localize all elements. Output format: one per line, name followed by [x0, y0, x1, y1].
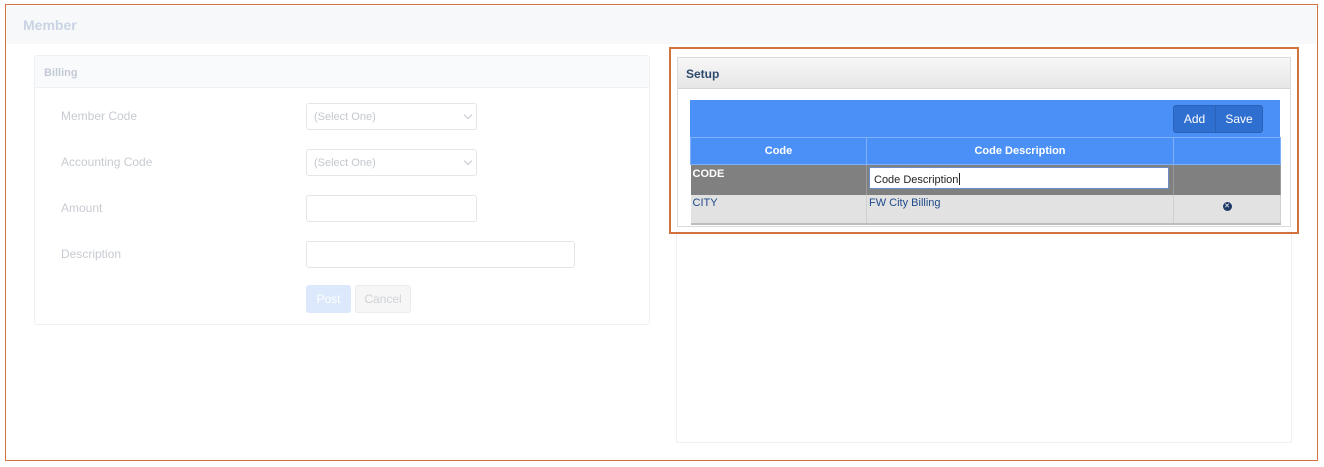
code-description-input[interactable]: Code Description	[869, 167, 1169, 189]
chevron-down-icon	[463, 156, 473, 166]
table-row[interactable]: CITY FW City Billing ✕	[690, 195, 1281, 225]
edit-row-description-cell: Code Description	[866, 164, 1174, 195]
member-code-select[interactable]: (Select One)	[306, 103, 477, 130]
row-code: CITY	[690, 195, 867, 225]
chevron-down-icon	[463, 110, 473, 120]
remove-circle-icon[interactable]: ✕	[1222, 202, 1232, 211]
codes-table: Code Code Description CODE Code Descript…	[690, 137, 1281, 225]
table-header-row: Code Code Description	[690, 137, 1281, 165]
cancel-button[interactable]: Cancel	[355, 285, 411, 313]
codes-grid: Add Save Code Code Description CODE Code…	[690, 100, 1281, 225]
setup-highlight-frame: Setup Add Save Code Code Description COD…	[669, 47, 1299, 234]
save-button[interactable]: Save	[1215, 105, 1263, 133]
post-button[interactable]: Post	[306, 285, 351, 313]
member-frame: Member Billing Member Code (Select One) …	[5, 4, 1318, 461]
text-caret	[959, 173, 961, 185]
grid-toolbar: Add Save	[690, 100, 1280, 137]
edit-row: CODE Code Description	[690, 164, 1281, 195]
description-input[interactable]	[306, 241, 575, 268]
edit-row-code[interactable]: CODE	[690, 164, 867, 195]
setup-panel: Setup Add Save Code Code Description COD…	[677, 57, 1291, 227]
accounting-code-select-value: (Select One)	[314, 157, 376, 169]
setup-panel-background	[676, 231, 1292, 443]
billing-header: Billing	[35, 56, 649, 88]
member-code-label: Member Code	[61, 109, 138, 123]
member-header: Member	[7, 6, 1316, 44]
billing-title: Billing	[44, 67, 78, 79]
amount-label: Amount	[61, 201, 103, 215]
edit-row-actions	[1173, 164, 1281, 195]
description-label: Description	[61, 247, 122, 261]
row-description: FW City Billing	[866, 195, 1174, 225]
setup-title: Setup	[686, 67, 720, 81]
accounting-code-label: Accounting Code	[61, 155, 153, 169]
add-button[interactable]: Add	[1173, 105, 1216, 133]
column-header-code-description[interactable]: Code Description	[866, 137, 1174, 165]
accounting-code-select[interactable]: (Select One)	[306, 149, 477, 176]
amount-input[interactable]	[306, 195, 477, 222]
member-code-select-value: (Select One)	[314, 111, 376, 123]
row-actions: ✕	[1173, 195, 1281, 225]
column-header-code[interactable]: Code	[690, 137, 867, 165]
code-description-input-value: Code Description	[874, 174, 959, 186]
billing-panel: Billing Member Code (Select One) Account…	[34, 55, 650, 325]
column-header-actions	[1173, 137, 1281, 165]
setup-header: Setup	[678, 58, 1290, 89]
member-title: Member	[23, 17, 77, 33]
